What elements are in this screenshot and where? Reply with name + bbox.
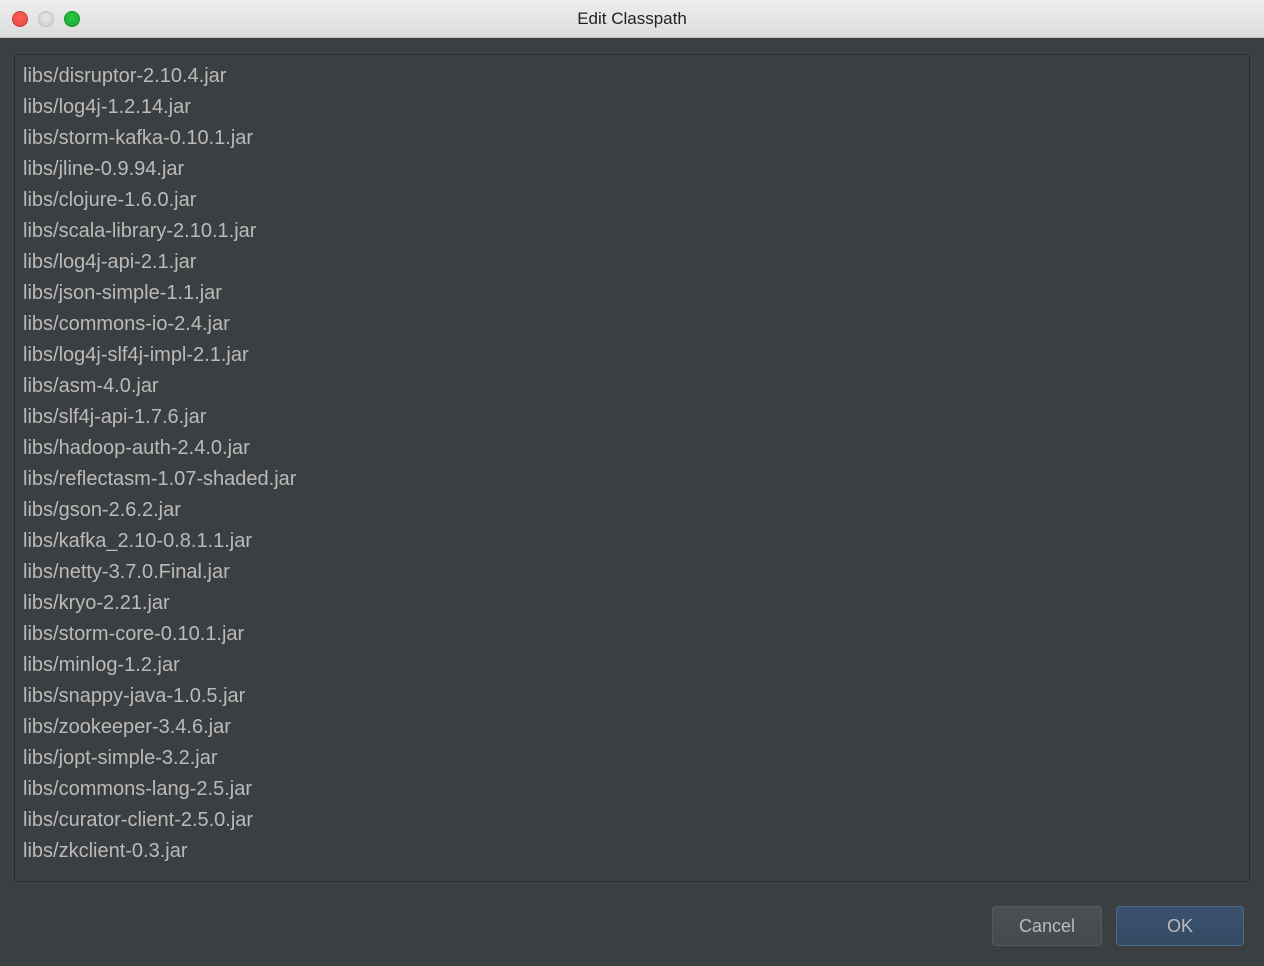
list-item[interactable]: libs/reflectasm-1.07-shaded.jar: [23, 464, 1241, 495]
list-item[interactable]: libs/storm-kafka-0.10.1.jar: [23, 123, 1241, 154]
list-item[interactable]: libs/jline-0.9.94.jar: [23, 154, 1241, 185]
classpath-listbox[interactable]: libs/disruptor-2.10.4.jarlibs/log4j-1.2.…: [14, 54, 1250, 882]
list-item[interactable]: libs/curator-client-2.5.0.jar: [23, 805, 1241, 836]
close-icon[interactable]: [12, 11, 28, 27]
zoom-icon[interactable]: [64, 11, 80, 27]
list-item[interactable]: libs/snappy-java-1.0.5.jar: [23, 681, 1241, 712]
list-item[interactable]: libs/commons-lang-2.5.jar: [23, 774, 1241, 805]
window-titlebar: Edit Classpath: [0, 0, 1264, 38]
window-title: Edit Classpath: [577, 9, 687, 29]
list-item[interactable]: libs/jopt-simple-3.2.jar: [23, 743, 1241, 774]
list-item[interactable]: libs/minlog-1.2.jar: [23, 650, 1241, 681]
list-item[interactable]: libs/gson-2.6.2.jar: [23, 495, 1241, 526]
list-item[interactable]: libs/log4j-api-2.1.jar: [23, 247, 1241, 278]
list-item[interactable]: libs/hadoop-auth-2.4.0.jar: [23, 433, 1241, 464]
list-item[interactable]: libs/kafka_2.10-0.8.1.1.jar: [23, 526, 1241, 557]
list-item[interactable]: libs/netty-3.7.0.Final.jar: [23, 557, 1241, 588]
classpath-scroll[interactable]: libs/disruptor-2.10.4.jarlibs/log4j-1.2.…: [15, 55, 1249, 881]
list-item[interactable]: libs/scala-library-2.10.1.jar: [23, 216, 1241, 247]
list-item[interactable]: libs/commons-io-2.4.jar: [23, 309, 1241, 340]
list-item[interactable]: libs/log4j-1.2.14.jar: [23, 92, 1241, 123]
ok-button[interactable]: OK: [1116, 906, 1244, 946]
list-item[interactable]: libs/log4j-slf4j-impl-2.1.jar: [23, 340, 1241, 371]
list-item[interactable]: libs/kryo-2.21.jar: [23, 588, 1241, 619]
dialog-buttons: Cancel OK: [14, 882, 1250, 952]
minimize-icon[interactable]: [38, 11, 54, 27]
list-item[interactable]: libs/disruptor-2.10.4.jar: [23, 61, 1241, 92]
list-item[interactable]: libs/asm-4.0.jar: [23, 371, 1241, 402]
list-item[interactable]: libs/zkclient-0.3.jar: [23, 836, 1241, 867]
list-item[interactable]: libs/slf4j-api-1.7.6.jar: [23, 402, 1241, 433]
list-item[interactable]: libs/json-simple-1.1.jar: [23, 278, 1241, 309]
list-item[interactable]: libs/storm-core-0.10.1.jar: [23, 619, 1241, 650]
list-item[interactable]: libs/zookeeper-3.4.6.jar: [23, 712, 1241, 743]
window-controls: [12, 11, 80, 27]
dialog-content: libs/disruptor-2.10.4.jarlibs/log4j-1.2.…: [0, 38, 1264, 966]
list-item[interactable]: libs/clojure-1.6.0.jar: [23, 185, 1241, 216]
cancel-button[interactable]: Cancel: [992, 906, 1102, 946]
